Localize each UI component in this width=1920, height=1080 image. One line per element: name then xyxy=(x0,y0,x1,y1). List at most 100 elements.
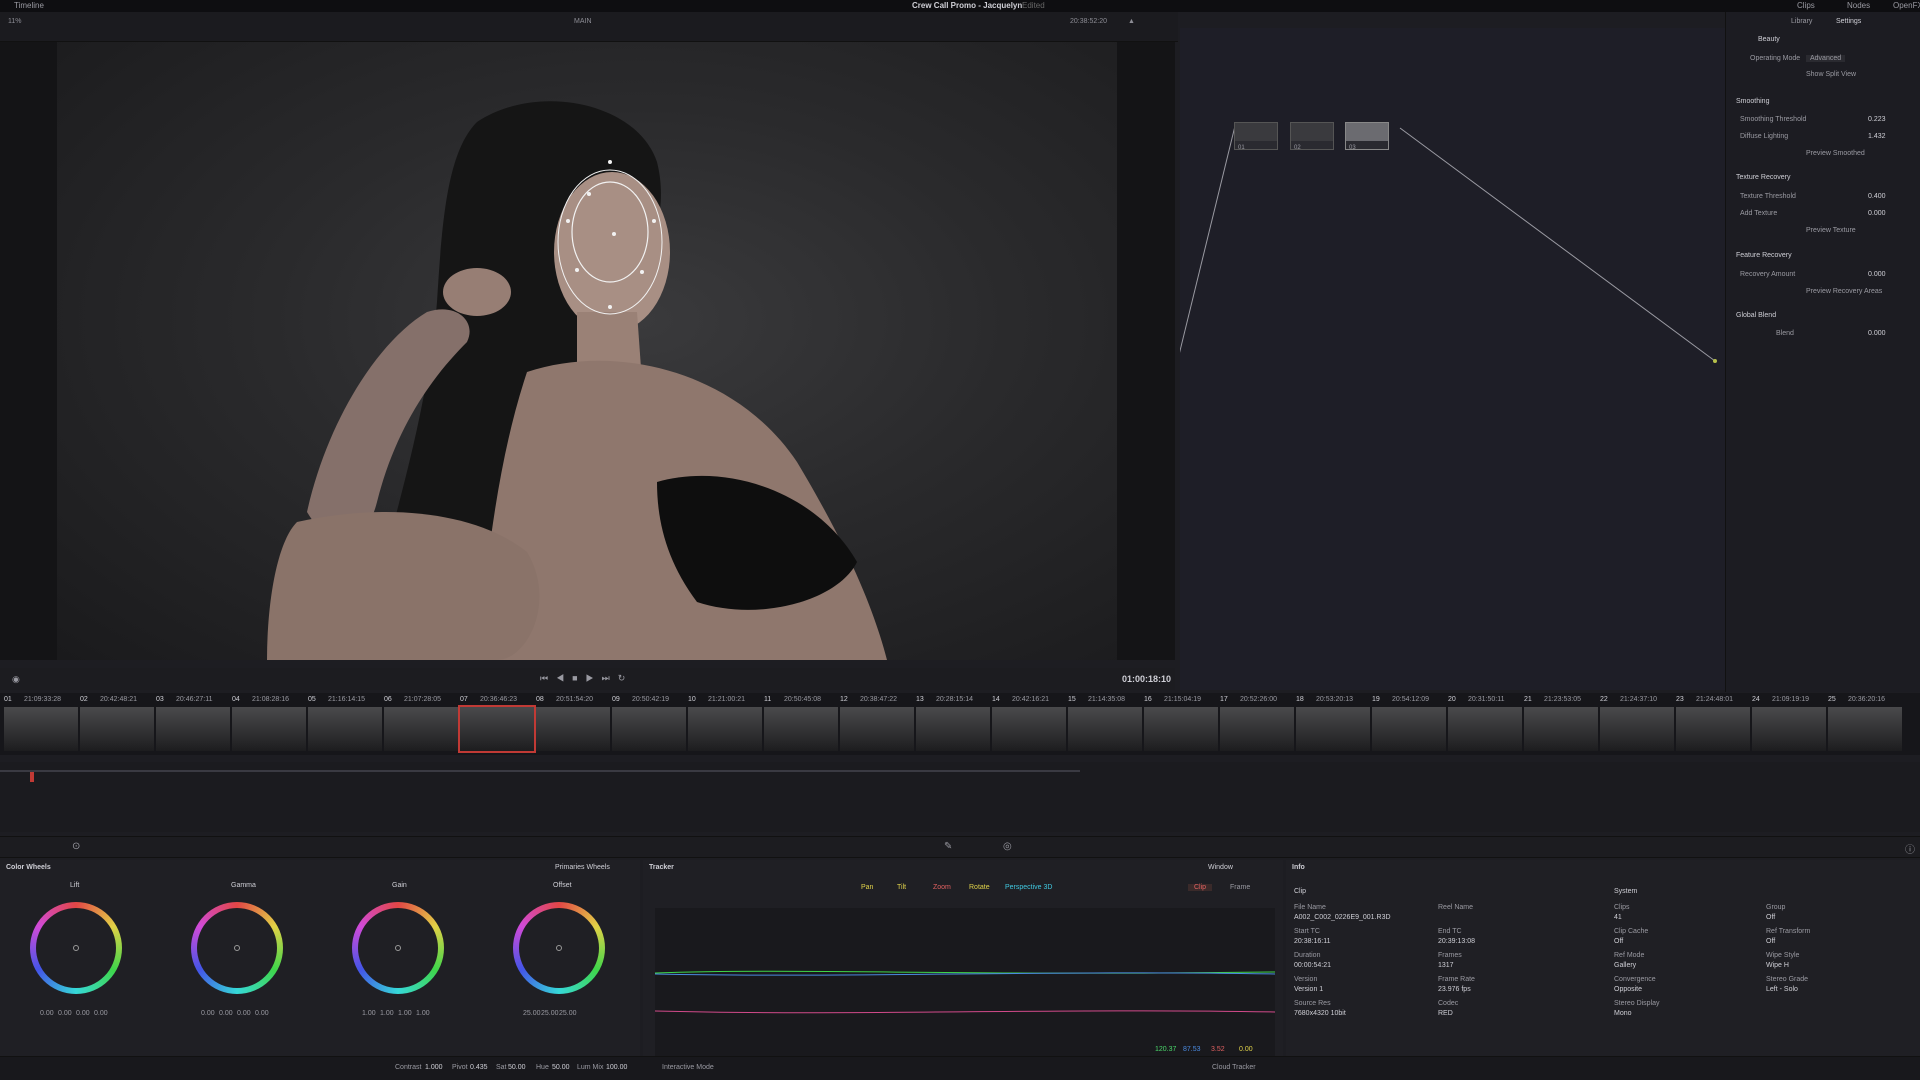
clip-thumbnail[interactable] xyxy=(1676,707,1750,751)
node-03[interactable]: 03 xyxy=(1345,122,1389,151)
tab-settings[interactable]: Settings xyxy=(1836,18,1861,25)
wheel-value[interactable]: 25.00 xyxy=(559,1010,577,1017)
recovery-amount-value[interactable]: 0.000 xyxy=(1868,271,1886,278)
add-texture-value[interactable]: 0.000 xyxy=(1868,210,1886,217)
section-feature-recovery[interactable]: Feature Recovery xyxy=(1736,252,1792,259)
pivot-value[interactable]: 0.435 xyxy=(470,1064,488,1071)
preview-smoothed-checkbox[interactable]: Preview Smoothed xyxy=(1806,150,1865,157)
clip-thumbnail[interactable] xyxy=(1068,707,1142,751)
wheel-value[interactable]: 0.00 xyxy=(76,1010,90,1017)
timeline-selector[interactable]: MAIN xyxy=(574,18,592,25)
wheel-value[interactable]: 0.00 xyxy=(255,1010,269,1017)
viewer[interactable] xyxy=(0,42,1175,660)
tracker-icon[interactable]: ◎ xyxy=(1003,841,1012,852)
clip-thumbnail[interactable] xyxy=(458,705,536,753)
audio-icon[interactable]: ◉ xyxy=(12,674,20,685)
clips-toggle[interactable]: Clips xyxy=(1797,1,1815,10)
zoom-level[interactable]: 11% xyxy=(8,18,22,25)
clip-thumbnail[interactable] xyxy=(764,707,838,751)
clip-thumbnail[interactable] xyxy=(384,707,458,751)
section-global-blend[interactable]: Global Blend xyxy=(1736,312,1776,319)
clip-thumbnail[interactable] xyxy=(1828,707,1902,751)
wheel-center-dot[interactable] xyxy=(556,945,562,951)
wheel-center-dot[interactable] xyxy=(234,945,240,951)
wheel-value[interactable]: 1.00 xyxy=(380,1010,394,1017)
clip-thumbnail[interactable] xyxy=(1220,707,1294,751)
openfx-toggle[interactable]: OpenFX xyxy=(1893,1,1920,10)
clip-thumbnail[interactable] xyxy=(612,707,686,751)
clip-thumbnail[interactable] xyxy=(840,707,914,751)
operating-mode-select[interactable]: Advanced xyxy=(1806,55,1846,62)
clip-thumbnail[interactable] xyxy=(308,707,382,751)
nodes-toggle[interactable]: Nodes xyxy=(1847,1,1870,10)
section-texture-recovery[interactable]: Texture Recovery xyxy=(1736,174,1790,181)
wheel-value[interactable]: 0.00 xyxy=(58,1010,72,1017)
wheel-center-dot[interactable] xyxy=(395,945,401,951)
wheel-center-dot[interactable] xyxy=(73,945,79,951)
timeline-playhead[interactable] xyxy=(30,772,34,782)
section-smoothing[interactable]: Smoothing xyxy=(1736,98,1769,105)
preview-recovery-checkbox[interactable]: Preview Recovery Areas xyxy=(1806,288,1882,295)
tracker-option-checkbox[interactable]: Pan xyxy=(861,884,873,891)
smoothing-threshold-value[interactable]: 0.223 xyxy=(1868,116,1886,123)
clip-thumbnail[interactable] xyxy=(1372,707,1446,751)
clip-thumbnail[interactable] xyxy=(1448,707,1522,751)
interactive-mode-toggle[interactable]: Interactive Mode xyxy=(662,1064,714,1071)
wheel-value[interactable]: 0.00 xyxy=(237,1010,251,1017)
color-wheel[interactable] xyxy=(513,902,605,994)
lum-mix-value[interactable]: 100.00 xyxy=(606,1064,627,1071)
playback-controls[interactable]: ⏮◀■▶⏭↻ xyxy=(540,673,633,684)
clip-thumbnail[interactable] xyxy=(1600,707,1674,751)
diffuse-lighting-value[interactable]: 1.432 xyxy=(1868,133,1886,140)
cloud-tracker-select[interactable]: Cloud Tracker xyxy=(1212,1064,1256,1071)
tracker-graph[interactable] xyxy=(655,908,1275,1058)
wheel-value[interactable]: 25.00 xyxy=(523,1010,541,1017)
blend-value[interactable]: 0.000 xyxy=(1868,330,1886,337)
primaries-mode-select[interactable]: Primaries Wheels xyxy=(555,864,610,871)
wheel-value[interactable]: 0.00 xyxy=(201,1010,215,1017)
clip-thumbnail[interactable] xyxy=(1144,707,1218,751)
contrast-value[interactable]: 1.000 xyxy=(425,1064,443,1071)
wheel-value[interactable]: 0.00 xyxy=(219,1010,233,1017)
clip-thumbnail[interactable] xyxy=(1752,707,1826,751)
clip-thumbnail[interactable] xyxy=(1296,707,1370,751)
clip-thumbnail[interactable] xyxy=(156,707,230,751)
tracker-option-checkbox[interactable]: Zoom xyxy=(933,884,951,891)
info-icon[interactable]: ⓘ xyxy=(1905,841,1915,856)
clip-thumbnail[interactable] xyxy=(80,707,154,751)
color-wheel[interactable] xyxy=(352,902,444,994)
preview-texture-checkbox[interactable]: Preview Texture xyxy=(1806,227,1856,234)
wheel-value[interactable]: 1.00 xyxy=(416,1010,430,1017)
tracker-option-checkbox[interactable]: Rotate xyxy=(969,884,990,891)
timeline-label[interactable]: Timeline xyxy=(14,1,44,10)
qualifier-icon[interactable]: ✎ xyxy=(944,841,952,852)
clip-thumbnail[interactable] xyxy=(536,707,610,751)
color-wheel[interactable] xyxy=(30,902,122,994)
clip-thumbnail[interactable] xyxy=(1524,707,1598,751)
tab-library[interactable]: Library xyxy=(1791,18,1812,25)
node-01[interactable]: 01 xyxy=(1234,122,1278,151)
clip-thumbnail[interactable] xyxy=(4,707,78,751)
show-split-view-checkbox[interactable]: Show Split View xyxy=(1806,71,1856,78)
wheel-value[interactable]: 1.00 xyxy=(398,1010,412,1017)
node-editor[interactable]: 01 02 03 xyxy=(1176,28,1725,690)
tracker-option-checkbox[interactable]: Perspective 3D xyxy=(1005,884,1052,891)
node-02[interactable]: 02 xyxy=(1290,122,1334,151)
tracker-option-checkbox[interactable]: Tilt xyxy=(897,884,906,891)
wheel-value[interactable]: 1.00 xyxy=(362,1010,376,1017)
wheel-value[interactable]: 25.00 xyxy=(541,1010,559,1017)
hue-value[interactable]: 50.00 xyxy=(552,1064,570,1071)
clip-thumbnail[interactable] xyxy=(916,707,990,751)
texture-threshold-value[interactable]: 0.400 xyxy=(1868,193,1886,200)
mini-timeline[interactable] xyxy=(0,762,1920,832)
wheel-value[interactable]: 0.00 xyxy=(94,1010,108,1017)
clip-thumbnail[interactable] xyxy=(992,707,1066,751)
clip-thumbnail[interactable] xyxy=(688,707,762,751)
clip-thumbnail[interactable] xyxy=(232,707,306,751)
color-wheels-icon[interactable]: ⊙ xyxy=(72,841,80,852)
wheel-value[interactable]: 0.00 xyxy=(40,1010,54,1017)
color-wheel[interactable] xyxy=(191,902,283,994)
window-mode-select[interactable]: Window xyxy=(1208,864,1233,871)
tracker-frame-button[interactable]: Frame xyxy=(1230,884,1250,891)
pointer-tool-icon[interactable]: ▲ xyxy=(1128,18,1135,25)
